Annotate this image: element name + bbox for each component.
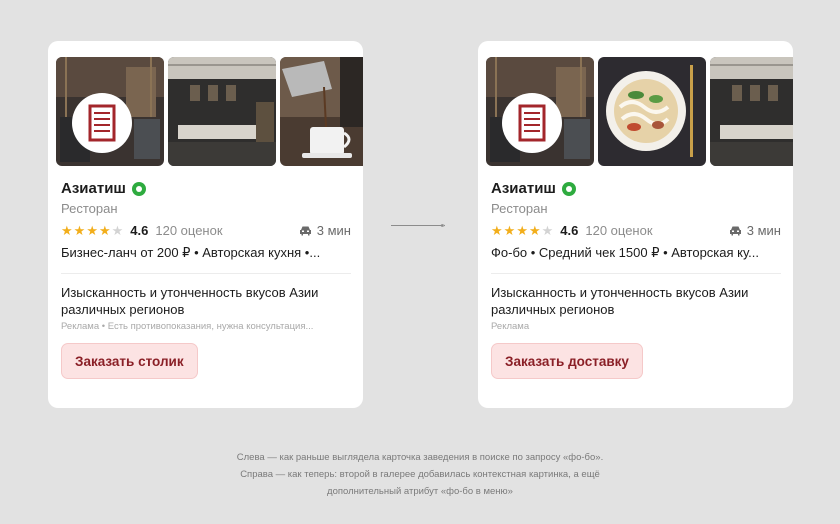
gallery-photo-logo-interior[interactable] [56,57,164,166]
place-attributes: Бизнес-ланч от 200 ₽ • Авторская кухня •… [61,245,321,260]
rating-value: 4.6 [130,223,149,238]
car-icon [729,226,741,236]
gallery-photo-pho-bowl[interactable] [598,57,706,166]
star-icon: ★ [61,223,73,238]
order-delivery-button[interactable]: Заказать доставку [491,343,643,379]
star-icon: ★ [86,223,98,238]
place-name[interactable]: Азиатиш [491,180,556,197]
star-icon: ★ [98,223,111,238]
photo-gallery[interactable] [486,57,793,166]
travel-time[interactable]: 3 мин [299,223,351,238]
place-attributes: Фо-бо • Средний чек 1500 ₽ • Авторская к… [491,245,760,260]
ad-label: Реклама • Есть противопоказания, нужна к… [61,321,314,332]
ad-description: Изысканность и утонченность вкусов Азии … [61,285,319,317]
ad-label: Реклама [491,321,530,332]
ad-description: Изысканность и утонченность вкусов Азии … [491,285,749,317]
star-icon: ★ [491,223,503,238]
travel-time-label: 3 мин [746,223,781,238]
rating-stars: ★ ★ ★ ★ ★ [61,224,123,237]
caption-line: дополнительный атрибут «фо-бо в меню» [327,486,513,497]
star-empty-icon: ★ [111,223,124,238]
travel-time[interactable]: 3 мин [729,223,781,238]
car-icon [299,226,311,236]
gallery-photo-interior[interactable] [710,57,793,166]
place-category: Ресторан [491,201,548,216]
place-category: Ресторан [61,201,118,216]
photo-gallery[interactable] [56,57,363,166]
rating-value: 4.6 [560,223,579,238]
caption-line: Справа — как теперь: второй в галерее до… [240,469,600,480]
arrow-right-icon [391,224,445,227]
reviews-count[interactable]: 120 оценок [585,223,652,238]
place-card-before[interactable]: Азиатиш Ресторан ★ ★ ★ ★ ★ 4.6 120 оцено… [48,41,363,408]
travel-time-label: 3 мин [316,223,351,238]
place-card-after[interactable]: Азиатиш Ресторан ★ ★ ★ ★ ★ 4.6 120 оцено… [478,41,793,408]
gallery-photo-interior[interactable] [168,57,276,166]
star-icon: ★ [528,223,541,238]
star-icon: ★ [73,223,86,238]
verified-badge-icon [561,181,576,196]
caption: Слева — как раньше выглядела карточка за… [150,449,690,500]
star-icon: ★ [503,223,516,238]
star-icon: ★ [516,223,528,238]
divider [61,273,351,274]
gallery-photo-logo-interior[interactable] [486,57,594,166]
caption-line: Слева — как раньше выглядела карточка за… [236,452,604,463]
reviews-count[interactable]: 120 оценок [155,223,222,238]
book-table-button[interactable]: Заказать столик [61,343,198,379]
star-empty-icon: ★ [541,223,554,238]
rating-stars: ★ ★ ★ ★ ★ [491,224,553,237]
divider [491,273,781,274]
place-name[interactable]: Азиатиш [61,180,126,197]
verified-badge-icon [131,181,146,196]
gallery-photo-coffee[interactable] [280,57,363,166]
